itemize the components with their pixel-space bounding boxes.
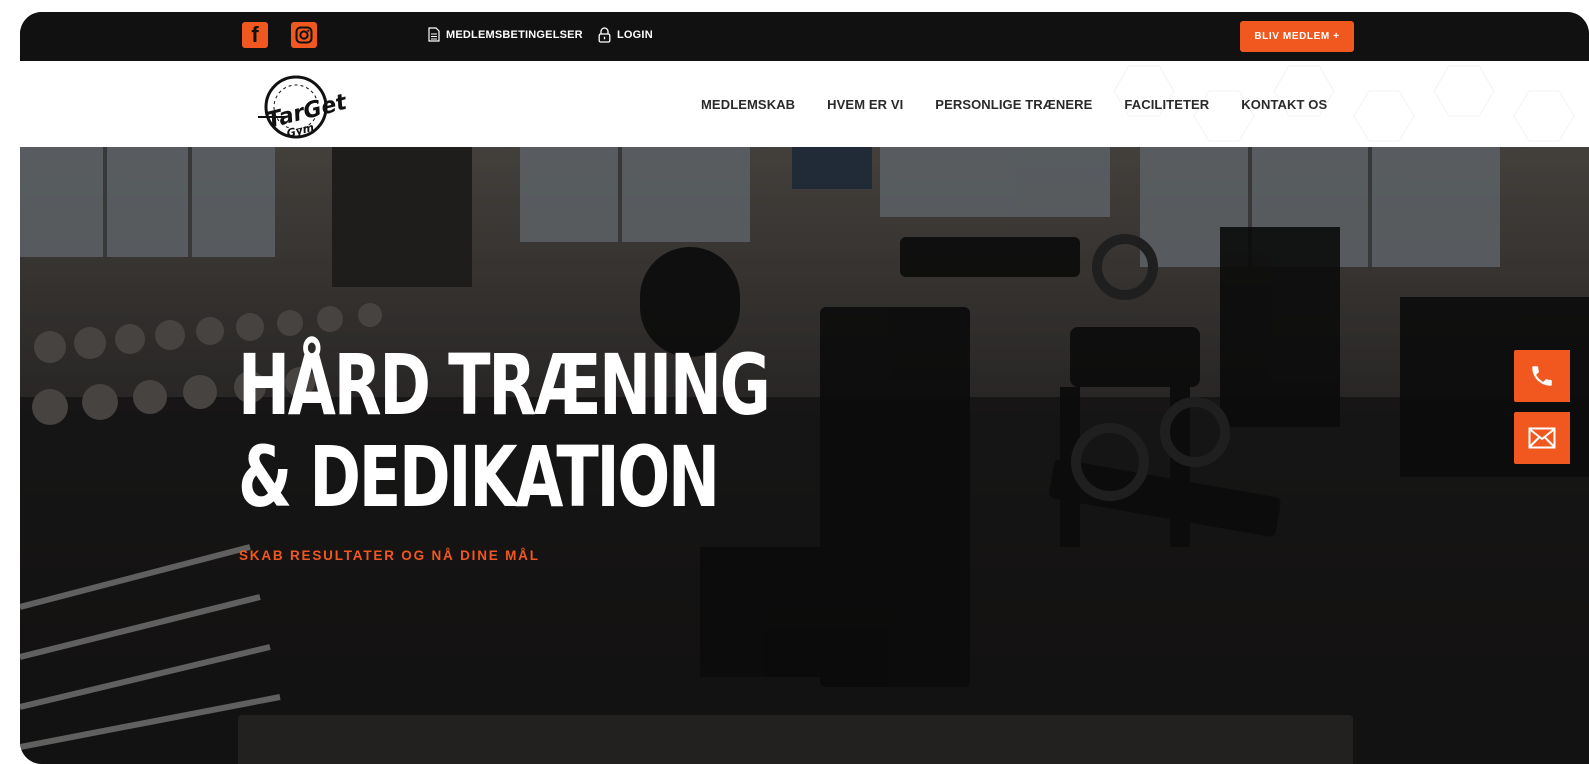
hero-section: HÅRD TRÆNING & DEDIKATION SKAB RESULTATE… [20, 147, 1589, 764]
browser-frame: f MEDLEMSBETINGELSER LOGIN BLIV MEDLEM +… [20, 12, 1589, 764]
instagram-icon[interactable] [291, 22, 317, 48]
nav-item-hvem-er-vi[interactable]: HVEM ER VI [827, 97, 903, 112]
nav-item-personlige-traenere[interactable]: PERSONLIGE TRÆNERE [935, 97, 1092, 112]
hero-title-line-2: & DEDIKATION [238, 428, 720, 526]
terms-label: MEDLEMSBETINGELSER [446, 28, 583, 41]
join-button[interactable]: BLIV MEDLEM + [1240, 21, 1354, 52]
facebook-icon[interactable]: f [242, 22, 268, 48]
mail-icon [1528, 427, 1556, 449]
phone-icon [1532, 366, 1552, 386]
main-nav: MEDLEMSKAB HVEM ER VI PERSONLIGE TRÆNERE… [701, 97, 1327, 112]
target-gym-logo[interactable]: TarGet Gym [256, 69, 366, 141]
hero-title: HÅRD TRÆNING & DEDIKATION [238, 336, 771, 526]
terms-link[interactable]: MEDLEMSBETINGELSER [428, 27, 583, 42]
hero-subtitle: SKAB RESULTATER OG NÅ DINE MÅL [239, 548, 540, 563]
nav-item-kontakt-os[interactable]: KONTAKT OS [1241, 97, 1327, 112]
hero-content-card [238, 715, 1353, 764]
login-link[interactable]: LOGIN [598, 27, 653, 43]
mail-button[interactable] [1514, 412, 1570, 464]
main-navbar: TarGet Gym MEDLEMSKAB HVEM ER VI PERSONL… [20, 61, 1589, 147]
login-label: LOGIN [617, 29, 653, 41]
hero-title-line-1: HÅRD TRÆNING [238, 336, 771, 434]
phone-button[interactable] [1514, 350, 1570, 402]
document-icon [428, 27, 440, 42]
lock-icon [598, 27, 611, 43]
nav-item-faciliteter[interactable]: FACILITETER [1124, 97, 1209, 112]
nav-item-medlemskab[interactable]: MEDLEMSKAB [701, 97, 795, 112]
top-bar: f MEDLEMSBETINGELSER LOGIN BLIV MEDLEM + [20, 12, 1589, 61]
